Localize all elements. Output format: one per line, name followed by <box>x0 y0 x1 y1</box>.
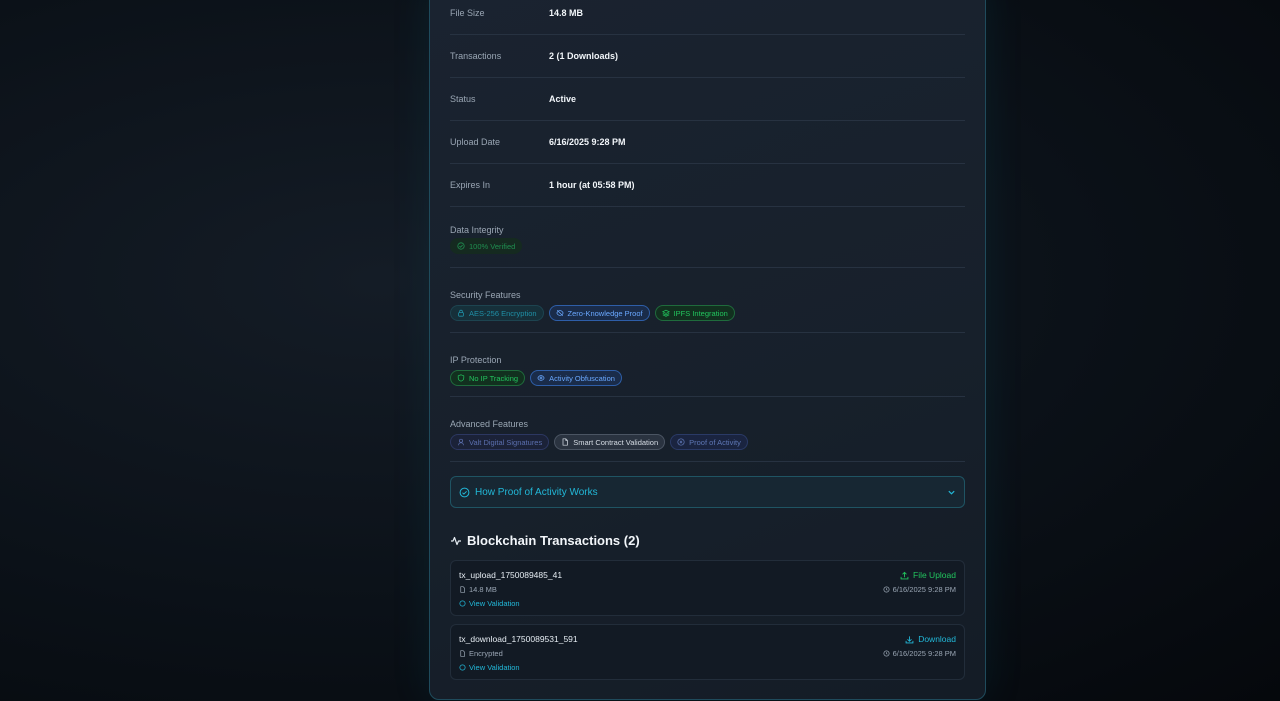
chevron-down-icon <box>948 490 955 495</box>
advanced-features-section: Advanced Features Valt Digital Signature… <box>450 419 965 462</box>
ip-protection-section: IP Protection No IP Tracking Activity Ob… <box>450 355 965 397</box>
clock-icon <box>883 650 890 657</box>
file-icon <box>460 586 465 593</box>
lock-icon <box>458 309 464 317</box>
transaction-card: tx_download_1750089531_591 Encrypted Vie… <box>450 624 965 680</box>
view-validation-link[interactable]: View Validation <box>459 599 520 608</box>
upload-icon <box>900 571 909 579</box>
eye-icon <box>537 375 545 381</box>
circle-icon <box>459 664 466 671</box>
detail-row-expires-in: Expires In 1 hour (at 05:58 PM) <box>450 164 965 207</box>
detail-label: Status <box>450 94 476 104</box>
transaction-date: 6/16/2025 9:28 PM <box>883 585 956 594</box>
shield-icon <box>457 374 465 382</box>
transaction-id: tx_upload_1750089485_41 <box>459 570 563 580</box>
verified-badge: 100% Verified <box>450 238 523 254</box>
detail-value: 1 hour (at 05:58 PM) <box>549 180 635 190</box>
signature-icon <box>458 438 464 446</box>
download-icon <box>905 635 914 643</box>
detail-value: 14.8 MB <box>549 8 584 18</box>
chip-zero-knowledge: Zero-Knowledge Proof <box>548 305 650 321</box>
transaction-meta: Encrypted <box>459 649 503 658</box>
section-label: IP Protection <box>450 355 502 365</box>
chip-smart-contract: Smart Contract Validation <box>554 434 666 450</box>
detail-value: Active <box>549 94 577 104</box>
check-circle-icon <box>459 487 470 497</box>
detail-row-transactions: Transactions 2 (1 Downloads) <box>450 35 965 78</box>
chip-proof-of-activity: Proof of Activity <box>670 434 748 450</box>
detail-value: 6/16/2025 9:28 PM <box>549 137 626 147</box>
proof-of-activity-accordion[interactable]: How Proof of Activity Works <box>450 476 965 508</box>
transaction-date: 6/16/2025 9:28 PM <box>883 649 956 658</box>
file-details-card: File Size 14.8 MB Transactions 2 (1 Down… <box>429 0 986 700</box>
detail-row-file-size: File Size 14.8 MB <box>450 0 965 35</box>
chip-aes-encryption: AES-256 Encryption <box>450 305 544 321</box>
transaction-id: tx_download_1750089531_591 <box>459 634 578 644</box>
circle-icon <box>459 600 466 607</box>
detail-label: Upload Date <box>450 137 501 147</box>
detail-value: 2 (1 Downloads) <box>549 51 619 61</box>
detail-row-upload-date: Upload Date 6/16/2025 9:28 PM <box>450 121 965 164</box>
data-integrity-section: Data Integrity 100% Verified <box>450 225 965 268</box>
chip-ipfs: IPFS Integration <box>654 305 735 321</box>
activity-icon <box>451 536 461 545</box>
detail-label: Expires In <box>450 180 491 190</box>
chip-activity-obfuscation: Activity Obfuscation <box>530 370 622 386</box>
section-label: Advanced Features <box>450 419 529 429</box>
layers-icon <box>661 309 670 317</box>
transaction-type: Download <box>905 634 956 644</box>
check-circle-icon <box>457 242 465 250</box>
accordion-label: How Proof of Activity Works <box>475 486 598 498</box>
detail-label: Transactions <box>450 51 502 61</box>
chip-digital-signatures: Valt Digital Signatures <box>450 434 550 450</box>
detail-row-status: Status Active <box>450 78 965 121</box>
file-icon <box>460 650 465 657</box>
x-circle-icon <box>677 438 685 446</box>
detail-label: File Size <box>450 8 485 18</box>
section-label: Security Features <box>450 290 521 300</box>
chip-no-ip-tracking: No IP Tracking <box>450 370 526 386</box>
transaction-type: File Upload <box>900 570 956 580</box>
clock-icon <box>883 586 890 593</box>
transactions-heading: Blockchain Transactions (2) <box>450 533 640 548</box>
view-validation-link[interactable]: View Validation <box>459 663 520 672</box>
transaction-card: tx_upload_1750089485_41 14.8 MB View Val… <box>450 560 965 616</box>
security-features-section: Security Features AES-256 Encryption Zer… <box>450 290 965 333</box>
document-icon <box>562 438 568 446</box>
section-label: Data Integrity <box>450 225 504 235</box>
eye-off-icon <box>555 309 564 317</box>
transaction-meta: 14.8 MB <box>459 585 497 594</box>
